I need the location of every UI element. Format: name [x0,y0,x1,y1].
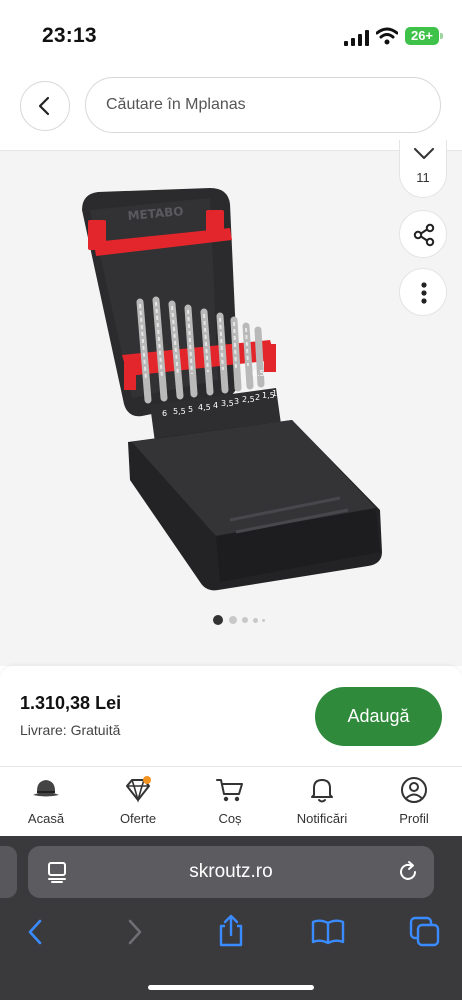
delivery-info: Livrare: Gratuită [20,722,121,738]
nav-label: Profil [399,811,429,826]
gallery-dot-active[interactable] [213,615,223,625]
wifi-icon [376,27,398,45]
nav-item-offers[interactable]: Oferte [92,775,184,826]
battery-tip [440,33,443,39]
product-image[interactable]: METABO 6.5 6 5,5 5 4,5 4 3,5 3 2,5 2 1,5… [70,180,390,600]
bell-icon [311,779,333,803]
heart-icon [414,148,434,159]
drill-size-label: 2 [255,393,260,402]
home-indicator [148,985,314,990]
tabs-icon[interactable] [409,916,441,948]
favorite-button[interactable]: 11 [399,140,447,198]
gallery-dot[interactable] [262,619,265,622]
nav-label: Notificări [296,811,348,826]
nav-label: Acasă [27,811,65,826]
more-options-button[interactable] [399,268,447,316]
add-to-cart-button[interactable]: Adaugă [315,687,442,746]
share-sheet-icon[interactable] [216,914,246,948]
drill-size-label: 6 [162,409,167,418]
cellular-signal-icon [344,30,369,46]
home-hat-icon [33,780,59,797]
reload-icon[interactable] [396,860,420,884]
share-button[interactable] [399,210,447,258]
drill-size-label: 3,5 [221,399,234,408]
more-vertical-icon [421,282,427,304]
url-text[interactable]: skroutz.ro [28,846,434,898]
browser-back-icon[interactable] [24,918,48,946]
drill-size-label: 1 [272,389,277,398]
drill-size-label: 4 [213,401,218,410]
browser-forward-icon[interactable] [122,918,146,946]
nav-item-cart[interactable]: Coș [184,775,276,826]
gallery-dot[interactable] [229,616,237,624]
back-button[interactable] [20,81,70,131]
nav-item-notifications[interactable]: Notificări [276,775,368,826]
share-icon [413,223,435,247]
diamond-icon [126,776,151,803]
battery-indicator: 26+ [405,27,439,45]
drill-size-label: 4,5 [198,403,211,412]
status-time: 23:13 [42,24,97,47]
nav-item-profile[interactable]: Profil [368,775,460,826]
profile-icon [401,777,427,803]
previous-tab-preview[interactable] [0,846,17,898]
bookmarks-icon[interactable] [311,918,345,946]
chevron-left-icon [38,96,50,116]
drill-size-label: 5,5 [173,407,186,416]
product-price: 1.310,38 Lei [20,693,122,713]
drill-size-label: 2,5 [242,395,255,404]
cart-icon [216,779,243,802]
nav-item-home[interactable]: Acasă [0,775,92,826]
search-input[interactable]: Căutare în Mplanas [85,77,441,133]
nav-label: Oferte [119,811,157,826]
drill-size-top: 6.5 [252,369,265,378]
nav-label: Coș [218,811,242,826]
gallery-dot[interactable] [253,618,258,623]
favorites-count: 11 [416,170,430,185]
gallery-dot[interactable] [242,617,248,623]
drill-size-label: 3 [234,397,239,406]
drill-size-label: 5 [188,405,193,414]
